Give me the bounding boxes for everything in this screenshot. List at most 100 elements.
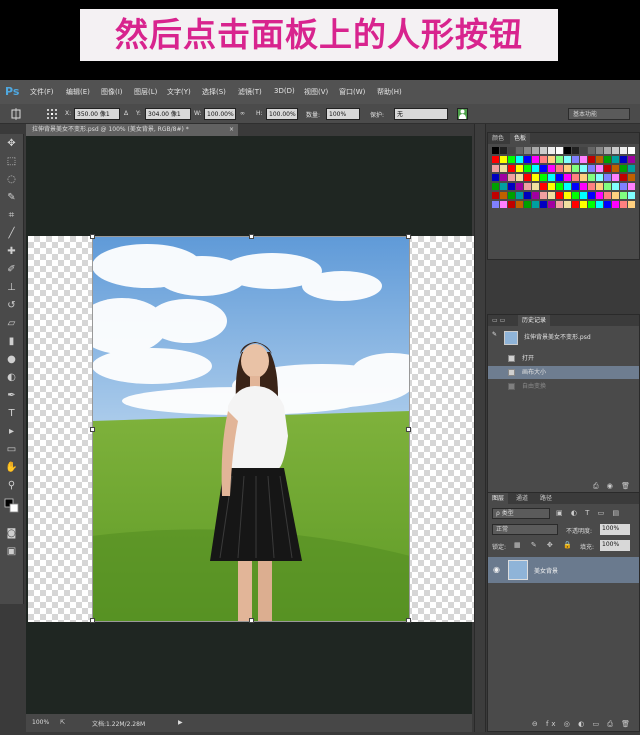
gradient-tool-icon[interactable]: ▮ <box>4 334 19 349</box>
color-swatch[interactable] <box>564 201 571 208</box>
menu-layer[interactable]: 图层(L) <box>134 87 157 97</box>
color-swatch[interactable] <box>492 201 499 208</box>
layer-name[interactable]: 美女背景 <box>534 566 558 575</box>
history-brush-tool-icon[interactable]: ↺ <box>4 298 19 313</box>
workspace-switcher[interactable]: 基本功能 <box>568 108 630 120</box>
color-swatch[interactable] <box>564 183 571 190</box>
color-swatch[interactable] <box>596 174 603 181</box>
stamp-tool-icon[interactable]: ⊥ <box>4 280 19 295</box>
eye-icon[interactable]: ◉ <box>493 565 500 574</box>
color-swatch[interactable] <box>556 147 563 154</box>
transform-tool-icon[interactable] <box>10 108 22 120</box>
lock-icons[interactable]: ▦ ✎ ✥ 🔒 <box>514 541 576 549</box>
color-swatch[interactable] <box>604 147 611 154</box>
color-swatch[interactable] <box>532 147 539 154</box>
default-colors-icon[interactable] <box>4 498 19 513</box>
color-swatch[interactable] <box>548 156 555 163</box>
color-swatch[interactable] <box>596 192 603 199</box>
menu-type[interactable]: 文字(Y) <box>167 87 191 97</box>
color-swatch[interactable] <box>620 174 627 181</box>
move-tool-icon[interactable]: ✥ <box>4 136 19 151</box>
color-swatch[interactable] <box>572 156 579 163</box>
color-swatch[interactable] <box>548 165 555 172</box>
color-swatch[interactable] <box>572 201 579 208</box>
width-field[interactable]: 100.00% <box>204 108 236 120</box>
eraser-tool-icon[interactable]: ▱ <box>4 316 19 331</box>
crop-tool-icon[interactable]: ⌗ <box>4 208 19 223</box>
color-swatch[interactable] <box>596 201 603 208</box>
blend-mode-select[interactable]: 正常 <box>492 524 558 535</box>
color-swatch[interactable] <box>628 183 635 190</box>
color-swatch[interactable] <box>564 165 571 172</box>
color-swatch[interactable] <box>540 156 547 163</box>
color-swatch[interactable] <box>500 201 507 208</box>
color-swatch[interactable] <box>588 165 595 172</box>
height-field[interactable]: 100.00% <box>266 108 298 120</box>
color-swatch[interactable] <box>612 201 619 208</box>
color-swatch[interactable] <box>580 183 587 190</box>
color-swatch[interactable] <box>564 156 571 163</box>
color-swatch[interactable] <box>620 201 627 208</box>
color-swatch[interactable] <box>500 183 507 190</box>
color-swatch[interactable] <box>580 156 587 163</box>
color-swatch[interactable] <box>524 192 531 199</box>
color-swatch[interactable] <box>556 201 563 208</box>
color-swatch[interactable] <box>604 201 611 208</box>
color-swatch[interactable] <box>612 156 619 163</box>
color-swatch[interactable] <box>612 165 619 172</box>
color-swatch[interactable] <box>508 156 515 163</box>
color-swatch[interactable] <box>580 147 587 154</box>
color-swatch[interactable] <box>588 183 595 190</box>
color-swatch[interactable] <box>572 174 579 181</box>
color-swatch[interactable] <box>500 174 507 181</box>
color-swatch[interactable] <box>588 147 595 154</box>
color-swatch[interactable] <box>596 156 603 163</box>
color-swatch[interactable] <box>596 147 603 154</box>
swatch-grid[interactable] <box>488 147 639 217</box>
color-swatch[interactable] <box>540 165 547 172</box>
reference-point-icon[interactable] <box>46 108 58 120</box>
history-item-open[interactable]: 打开 <box>488 352 639 365</box>
color-swatch[interactable] <box>572 183 579 190</box>
menu-select[interactable]: 选择(S) <box>202 87 226 97</box>
close-tab-icon[interactable]: × <box>229 124 234 136</box>
color-swatch[interactable] <box>580 174 587 181</box>
blur-tool-icon[interactable]: ● <box>4 352 19 367</box>
color-swatch[interactable] <box>532 183 539 190</box>
tab-color[interactable]: 颜色 <box>488 133 508 144</box>
color-swatch[interactable] <box>524 183 531 190</box>
path-select-tool-icon[interactable]: ▸ <box>4 424 19 439</box>
menu-image[interactable]: 图像(I) <box>101 87 123 97</box>
color-swatch[interactable] <box>492 156 499 163</box>
color-swatch[interactable] <box>620 165 627 172</box>
color-swatch[interactable] <box>612 174 619 181</box>
color-swatch[interactable] <box>604 165 611 172</box>
lasso-tool-icon[interactable]: ◌ <box>4 172 19 187</box>
color-swatch[interactable] <box>508 165 515 172</box>
color-swatch[interactable] <box>500 192 507 199</box>
color-swatch[interactable] <box>564 147 571 154</box>
color-swatch[interactable] <box>556 183 563 190</box>
color-swatch[interactable] <box>556 156 563 163</box>
healing-tool-icon[interactable]: ✚ <box>4 244 19 259</box>
quick-mask-icon[interactable]: ◙ <box>4 526 19 541</box>
color-swatch[interactable] <box>620 147 627 154</box>
link-icon[interactable]: ∞ <box>240 110 245 117</box>
tab-channels[interactable]: 通道 <box>512 493 532 504</box>
color-swatch[interactable] <box>612 192 619 199</box>
color-swatch[interactable] <box>508 174 515 181</box>
color-swatch[interactable] <box>516 165 523 172</box>
color-swatch[interactable] <box>588 192 595 199</box>
color-swatch[interactable] <box>548 201 555 208</box>
color-swatch[interactable] <box>524 156 531 163</box>
color-swatch[interactable] <box>572 147 579 154</box>
color-swatch[interactable] <box>540 147 547 154</box>
color-swatch[interactable] <box>492 165 499 172</box>
color-swatch[interactable] <box>532 174 539 181</box>
color-swatch[interactable] <box>540 201 547 208</box>
color-swatch[interactable] <box>524 147 531 154</box>
color-swatch[interactable] <box>524 165 531 172</box>
zoom-level[interactable]: 100% <box>32 719 49 726</box>
zoom-tool-icon[interactable]: ⚲ <box>4 478 19 493</box>
type-tool-icon[interactable]: T <box>4 406 19 421</box>
